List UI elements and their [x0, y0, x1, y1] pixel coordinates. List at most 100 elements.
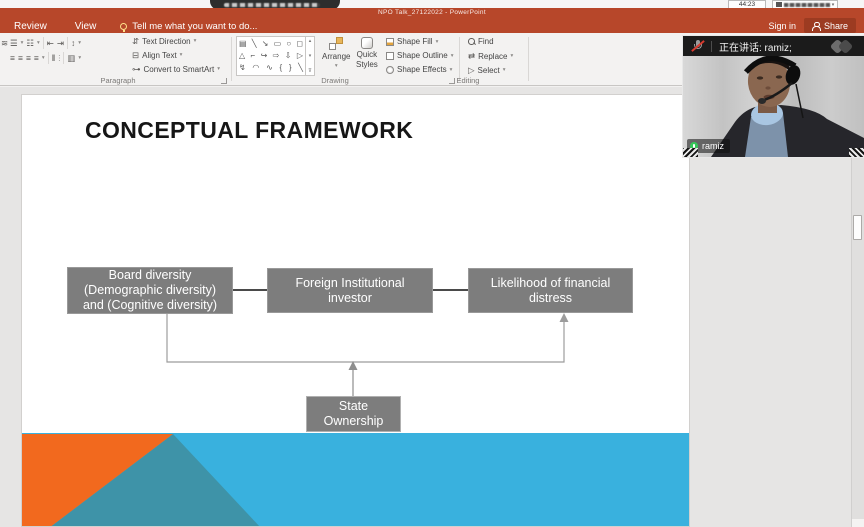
triangle-shape-icon[interactable]: △	[239, 50, 245, 62]
text-direction-button[interactable]: ⇵ Text Direction ▾	[132, 36, 196, 46]
styles-label: Styles	[356, 60, 378, 69]
textbox-shape-icon[interactable]: ▤	[239, 38, 247, 50]
paragraph-row2: ≡ ≡ ≡ ≡▾ ⫴ ⫶ ▥▾	[10, 52, 81, 64]
box-line: investor	[328, 291, 372, 306]
right-brace-shape-icon[interactable]: }	[289, 62, 292, 74]
paragraph-dialog-launcher[interactable]	[221, 78, 227, 84]
webcam-video: ramiz	[683, 56, 864, 157]
line-shape-icon[interactable]: ╲	[252, 38, 257, 50]
freeform-shape-icon[interactable]: ↯	[239, 62, 246, 74]
increase-indent-icon[interactable]: ⇥	[57, 38, 64, 48]
add-remove-columns-icon[interactable]: ▥	[67, 53, 75, 63]
columns-icon[interactable]: ⫴	[52, 53, 56, 63]
justify-icon[interactable]: ≡	[34, 53, 39, 63]
webcam-header[interactable]: 正在讲话: ramiz;	[683, 36, 864, 56]
right-arrow-shape-icon[interactable]: ⇨	[273, 50, 280, 62]
share-button[interactable]: Share	[804, 18, 856, 33]
search-icon	[468, 38, 475, 45]
gallery-up-icon[interactable]: ▴	[309, 38, 312, 44]
shape-fill-button[interactable]: Shape Fill ▾	[386, 37, 438, 46]
box-line: State	[339, 399, 368, 414]
align-center-icon[interactable]: ≡	[18, 53, 23, 63]
shape-row-2: △ ⌐ ↪ ⇨ ⇩ ▷	[239, 50, 303, 62]
gallery-more-icon[interactable]: ⊽	[308, 68, 312, 74]
replace-button[interactable]: ⇄ Replace ▾	[468, 51, 513, 61]
box-line: distress	[529, 291, 572, 306]
header-divider	[711, 41, 712, 52]
slide-canvas[interactable]: CONCEPTUAL FRAMEWORK Board diversity (De…	[21, 94, 690, 527]
bullets-icon[interactable]: ☰	[10, 38, 18, 48]
box-foreign-investor[interactable]: Foreign Institutional investor	[267, 268, 433, 313]
resize-handle-left[interactable]	[683, 148, 698, 157]
align-left-icon[interactable]: ≡	[10, 53, 15, 63]
convert-smartart-label: Convert to SmartArt	[144, 65, 215, 74]
shape-outline-button[interactable]: Shape Outline ▾	[386, 51, 453, 60]
box-board-diversity[interactable]: Board diversity (Demographic diversity) …	[67, 267, 233, 314]
tab-view[interactable]: View	[71, 19, 101, 34]
down-arrow-shape-icon[interactable]: ⇩	[285, 50, 292, 62]
pill-blurred-text	[224, 3, 320, 7]
diagonal-line-shape-icon[interactable]: ╲	[298, 62, 303, 74]
text-columns-icon[interactable]: ⫶	[58, 53, 60, 63]
slide-title[interactable]: CONCEPTUAL FRAMEWORK	[85, 117, 413, 144]
text-direction-icon: ⇵	[132, 36, 139, 46]
box-state-ownership[interactable]: State Ownership	[306, 396, 401, 432]
left-brace-shape-icon[interactable]: {	[279, 62, 282, 74]
screen: 44:23 ▾ NPO Talk_27122022 - PowerPoint R…	[0, 0, 864, 527]
numbering-icon[interactable]: ☷	[26, 38, 34, 48]
arrange-button[interactable]: Arrange ▾	[322, 37, 350, 69]
select-cursor-icon: ▷	[468, 65, 475, 75]
rounded-rect-shape-icon[interactable]: ◻	[296, 38, 303, 50]
meeting-app-logo-icon	[830, 40, 856, 53]
box-financial-distress[interactable]: Likelihood of financial distress	[468, 268, 633, 313]
shape-outline-label: Shape Outline	[397, 51, 448, 60]
curved-arrow-shape-icon[interactable]: ↪	[261, 50, 268, 62]
resize-handle-right[interactable]	[849, 148, 864, 157]
lightbulb-icon	[120, 23, 127, 30]
shape-fill-label: Shape Fill	[397, 37, 433, 46]
shape-row-3: ↯ ◠ ∿ { } ╲	[239, 62, 303, 74]
align-right-icon[interactable]: ≡	[26, 53, 31, 63]
tab-review[interactable]: Review	[10, 19, 51, 34]
oval-shape-icon[interactable]: ○	[286, 38, 291, 50]
meeting-timer-value: 44:23	[739, 1, 755, 8]
sign-in-link[interactable]: Sign in	[768, 21, 796, 31]
quick-styles-button[interactable]: Quick Styles	[356, 37, 378, 69]
tell-me-search[interactable]: Tell me what you want to do...	[120, 21, 257, 32]
shape-gallery-scroll[interactable]: ▴ ▾ ⊽	[306, 36, 315, 76]
line-spacing-icon[interactable]: ↕	[71, 38, 75, 48]
find-label: Find	[478, 37, 494, 46]
shape-row-1: ▤ ╲ ↘ ▭ ○ ◻	[239, 38, 303, 50]
slide-decoration-band	[22, 433, 690, 527]
scribble-shape-icon[interactable]: ∿	[266, 62, 273, 74]
editing-group-label: Editing	[428, 76, 508, 85]
drawing-group-label: Drawing	[295, 76, 375, 85]
scrollbar-thumb[interactable]	[853, 215, 862, 240]
align-text-button[interactable]: ⊟ Align Text ▾	[132, 50, 182, 60]
find-button[interactable]: Find	[468, 37, 494, 46]
arc-shape-icon[interactable]: ◠	[252, 62, 259, 74]
shape-effects-button[interactable]: Shape Effects ▾	[386, 65, 452, 74]
shape-gallery[interactable]: ▤ ╲ ↘ ▭ ○ ◻ △ ⌐ ↪ ⇨ ⇩ ▷ ↯ ◠ ∿ { } ╲	[236, 36, 306, 76]
ribbon-tabs: Review View Tell me what you want to do.…	[10, 19, 257, 34]
convert-smartart-button[interactable]: ⊶ Convert to SmartArt ▾	[132, 64, 220, 74]
select-label: Select	[478, 66, 500, 75]
decrease-indent-icon[interactable]: ⇤	[47, 38, 54, 48]
select-button[interactable]: ▷ Select ▾	[468, 65, 506, 75]
document-title: NPO Talk_27122022 - PowerPoint	[0, 9, 864, 16]
shape-outline-icon	[386, 52, 394, 60]
callout-shape-icon[interactable]: ▷	[297, 50, 303, 62]
arrow-line-shape-icon[interactable]: ↘	[262, 38, 269, 50]
shape-effects-icon	[386, 66, 394, 74]
gallery-down-icon[interactable]: ▾	[309, 53, 312, 59]
smartart-icon: ⊶	[132, 64, 141, 74]
shape-fill-icon	[386, 38, 394, 46]
rectangle-shape-icon[interactable]: ▭	[274, 38, 282, 50]
box-line: Likelihood of financial	[491, 276, 611, 291]
box-line: Foreign Institutional	[295, 276, 404, 291]
speaking-label: 正在讲话: ramiz;	[719, 39, 792, 54]
webcam-panel[interactable]: 正在讲话: ramiz;	[683, 36, 864, 157]
elbow-shape-icon[interactable]: ⌐	[251, 50, 256, 62]
text-direction-label: Text Direction	[142, 37, 190, 46]
quick-label: Quick	[357, 50, 377, 59]
